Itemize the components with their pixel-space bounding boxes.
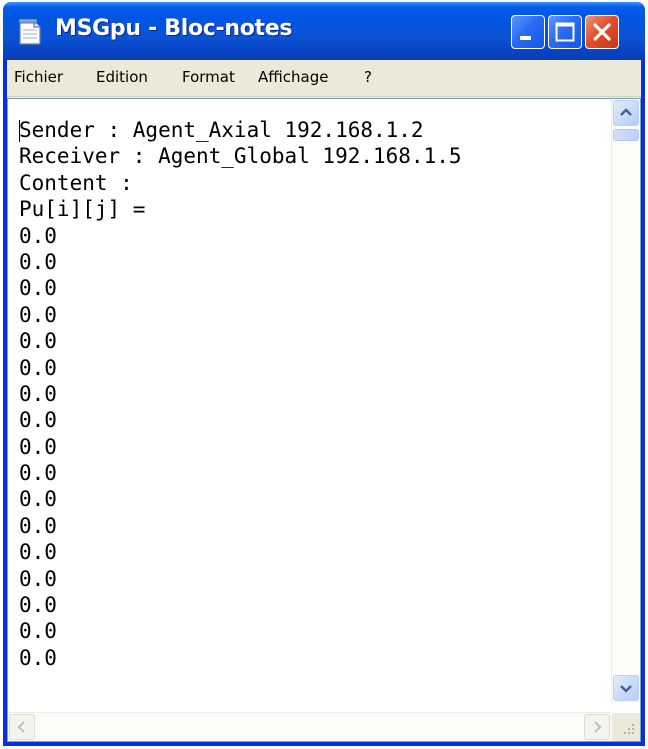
menu-bar: Fichier Edition Format Affichage ? bbox=[7, 60, 641, 97]
horizontal-scrollbar[interactable] bbox=[8, 712, 612, 741]
text-line: Sender : Agent_Axial 192.168.1.2 bbox=[19, 118, 424, 142]
text-line: 0.0 bbox=[19, 540, 57, 565]
text-line: 0.0 bbox=[19, 223, 57, 248]
menu-affichage[interactable]: Affichage bbox=[258, 68, 328, 86]
text-line: 0.0 bbox=[19, 302, 57, 327]
vertical-scrollbar[interactable] bbox=[611, 99, 640, 703]
title-bar[interactable]: MSGpu - Bloc-notes bbox=[3, 2, 645, 60]
scroll-up-button[interactable] bbox=[613, 100, 639, 126]
text-line: 0.0 bbox=[19, 381, 57, 406]
window-title: MSGpu - Bloc-notes bbox=[55, 16, 293, 41]
client-area: Fichier Edition Format Affichage ? Sende… bbox=[7, 60, 641, 742]
text-caret bbox=[19, 120, 20, 142]
text-line: 0.0 bbox=[19, 566, 57, 591]
text-line: Content : bbox=[19, 170, 133, 195]
arrow-right-icon bbox=[594, 721, 602, 733]
menu-help[interactable]: ? bbox=[364, 68, 372, 86]
text-line: 0.0 bbox=[19, 461, 57, 486]
text-line: 0.0 bbox=[19, 434, 57, 459]
minimize-icon bbox=[520, 36, 531, 40]
vertical-scroll-thumb[interactable] bbox=[613, 129, 639, 141]
text-line: Pu[i][j] = bbox=[19, 197, 146, 222]
menu-edition[interactable]: Edition bbox=[96, 68, 148, 86]
text-editor[interactable]: Sender : Agent_Axial 192.168.1.2 Receiver… bbox=[7, 98, 641, 742]
arrow-down-icon bbox=[620, 685, 632, 693]
menu-format[interactable]: Format bbox=[182, 68, 235, 86]
maximize-icon bbox=[555, 22, 575, 42]
close-icon bbox=[593, 23, 611, 41]
text-line: 0.0 bbox=[19, 619, 57, 644]
menu-fichier[interactable]: Fichier bbox=[14, 68, 63, 86]
scroll-down-button[interactable] bbox=[613, 675, 639, 701]
scroll-right-button[interactable] bbox=[584, 714, 610, 740]
resize-grip[interactable] bbox=[612, 713, 640, 741]
maximize-button[interactable] bbox=[548, 15, 582, 49]
text-line: 0.0 bbox=[19, 249, 57, 274]
arrow-up-icon bbox=[620, 108, 632, 116]
scroll-left-button[interactable] bbox=[9, 714, 35, 740]
text-line: 0.0 bbox=[19, 276, 57, 301]
text-line: 0.0 bbox=[19, 355, 57, 380]
notepad-window: MSGpu - Bloc-notes Fichier Edition Forma… bbox=[3, 2, 645, 746]
arrow-left-icon bbox=[17, 721, 25, 733]
close-button[interactable] bbox=[585, 15, 619, 49]
minimize-button[interactable] bbox=[511, 15, 545, 49]
document-text[interactable]: Sender : Agent_Axial 192.168.1.2 Receiver… bbox=[19, 117, 609, 707]
text-line: Receiver : Agent_Global 192.168.1.5 bbox=[19, 144, 462, 169]
text-line: 0.0 bbox=[19, 513, 57, 538]
text-line: 0.0 bbox=[19, 593, 57, 618]
resize-grip-icon bbox=[624, 724, 634, 734]
text-line: 0.0 bbox=[19, 645, 57, 670]
text-line: 0.0 bbox=[19, 329, 57, 354]
notepad-icon[interactable] bbox=[17, 18, 43, 46]
text-line: 0.0 bbox=[19, 408, 57, 433]
text-line: 0.0 bbox=[19, 487, 57, 512]
